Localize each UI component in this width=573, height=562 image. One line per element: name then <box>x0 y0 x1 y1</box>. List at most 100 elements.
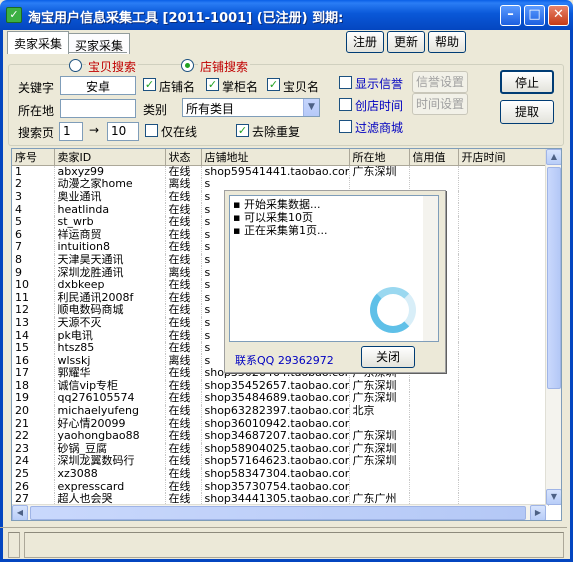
cell-location: 广东深圳 <box>349 455 410 468</box>
cell-open-time <box>458 241 549 254</box>
cell-index: 12 <box>12 304 55 317</box>
cell-open-time <box>458 392 549 405</box>
scroll-left-icon[interactable]: ◀ <box>12 505 28 520</box>
cell-location <box>349 417 410 430</box>
credit-settings-button[interactable]: 信誉设置 <box>412 71 468 93</box>
col-header-open-time[interactable]: 开店时间 <box>458 149 549 166</box>
cell-status: 在线 <box>165 467 202 481</box>
col-header-credit[interactable]: 信用值 <box>409 149 459 166</box>
close-window-button[interactable]: ✕ <box>548 5 569 26</box>
register-button[interactable]: 注册 <box>346 31 384 53</box>
create-time-label: 创店时间 <box>355 99 404 113</box>
table-vertical-scrollbar[interactable]: ▲ ▼ <box>545 149 561 505</box>
cell-index: 3 <box>12 190 55 204</box>
cell-status: 离线 <box>165 178 202 191</box>
update-button[interactable]: 更新 <box>387 31 425 53</box>
radio-shop-search[interactable] <box>181 59 194 72</box>
col-header-index[interactable]: 序号 <box>12 149 55 166</box>
page-from-input[interactable]: 1 <box>59 122 83 141</box>
popup-close-button[interactable]: 关闭 <box>361 346 415 368</box>
cell-index: 15 <box>12 341 55 355</box>
table-row[interactable]: 18 诚信vip专柜 在线 shop35452657.taobao.com 广东深圳 <box>12 379 549 393</box>
cell-location: 广东深圳 <box>349 442 410 456</box>
minimize-button[interactable]: – <box>500 5 521 26</box>
help-button[interactable]: 帮助 <box>428 31 466 53</box>
radio-item-search[interactable] <box>69 59 82 72</box>
cell-status: 在线 <box>165 278 202 292</box>
page-to-input[interactable]: 10 <box>107 122 139 141</box>
cell-index: 19 <box>12 392 55 405</box>
owner-name-checkbox[interactable]: ✓ <box>206 78 219 91</box>
show-credit-checkbox[interactable] <box>339 76 352 89</box>
location-label: 所在地 <box>18 104 55 118</box>
category-select[interactable]: 所有类目 ▼ <box>182 98 320 117</box>
cell-open-time <box>458 215 549 229</box>
cell-open-time <box>458 367 549 380</box>
cell-status: 在线 <box>165 203 202 216</box>
cell-open-time <box>458 417 549 430</box>
scroll-right-icon[interactable]: ▶ <box>530 505 546 520</box>
cell-open-time <box>458 341 549 355</box>
keyword-input[interactable]: 安卓 <box>60 76 136 95</box>
dedupe-checkbox[interactable]: ✓ <box>236 124 249 137</box>
col-header-status[interactable]: 状态 <box>165 149 202 166</box>
online-only-label: 仅在线 <box>161 125 198 139</box>
stop-button[interactable]: 停止 <box>500 70 554 94</box>
cell-seller-id: 顺电数码商城 <box>54 304 166 317</box>
online-only-checkbox[interactable] <box>145 124 158 137</box>
scroll-down-icon[interactable]: ▼ <box>546 489 561 505</box>
table-row[interactable]: 20 michaelyufeng 在线 shop63282397.taobao.com… <box>12 404 549 418</box>
pages-label: 搜索页 <box>18 126 55 140</box>
location-input[interactable] <box>60 99 136 118</box>
table-row[interactable]: 26 expresscard 在线 shop35730754.taobao.com <box>12 480 549 493</box>
maximize-button[interactable]: □ <box>524 5 545 26</box>
cell-shop-url: shop34687207.taobao.com <box>201 429 350 443</box>
cell-status: 在线 <box>165 417 202 430</box>
shop-name-checkbox[interactable]: ✓ <box>143 78 156 91</box>
log-scrollbar[interactable] <box>423 196 438 341</box>
cell-index: 4 <box>12 203 55 216</box>
cell-shop-url: shop35484689.taobao.com <box>201 392 350 405</box>
col-header-location[interactable]: 所在地 <box>349 149 410 166</box>
chevron-down-icon[interactable]: ▼ <box>303 99 319 116</box>
cell-seller-id: htsz85 <box>54 341 166 355</box>
keyword-label: 关键字 <box>18 81 55 95</box>
table-row[interactable]: 24 深圳龙翼数码行 在线 shop57164623.taobao.com 广东深圳 <box>12 455 549 468</box>
cell-status: 在线 <box>165 215 202 229</box>
filter-mall-checkbox[interactable] <box>339 120 352 133</box>
table-row[interactable]: 19 qq276105574 在线 shop35484689.taobao.com 广东… <box>12 392 549 405</box>
horizontal-scroll-thumb[interactable] <box>30 506 526 520</box>
contact-qq: 联系QQ 29362972 <box>235 354 334 367</box>
col-header-shop-url[interactable]: 店铺地址 <box>201 149 350 166</box>
cell-open-time <box>458 291 549 305</box>
create-time-checkbox[interactable] <box>339 98 352 111</box>
cell-shop-url: shop35730754.taobao.com <box>201 480 350 493</box>
cell-seller-id: 天津昊天通讯 <box>54 253 166 267</box>
tab-buyer-collect[interactable]: 买家采集 <box>68 33 131 54</box>
col-header-seller-id[interactable]: 卖家ID <box>54 149 166 166</box>
item-name-checkbox[interactable]: ✓ <box>267 78 280 91</box>
vertical-scroll-thumb[interactable] <box>547 167 561 389</box>
cell-seller-id: 郭耀华 <box>54 367 166 380</box>
cell-open-time <box>458 304 549 317</box>
cell-seller-id: 奥业通讯 <box>54 190 166 204</box>
cell-index: 2 <box>12 178 55 191</box>
table-row[interactable]: 23 砂锅_豆腐 在线 shop58904025.taobao.com 广东深圳 <box>12 442 549 456</box>
cell-status: 在线 <box>165 429 202 443</box>
cell-status: 在线 <box>165 392 202 405</box>
tab-seller-collect[interactable]: 卖家采集 <box>7 31 70 54</box>
table-row[interactable]: 22 yaohongbao88 在线 shop34687207.taobao.com 广… <box>12 429 549 443</box>
cell-location <box>349 467 410 481</box>
time-settings-button[interactable]: 时间设置 <box>412 93 468 115</box>
table-row[interactable]: 2 动漫之家home 离线 s <box>12 178 549 191</box>
extract-button[interactable]: 提取 <box>500 100 554 124</box>
table-row[interactable]: 25 xz3088 在线 shop58347304.taobao.com <box>12 467 549 481</box>
table-row[interactable]: 21 好心情20099 在线 shop36010942.taobao.com <box>12 417 549 430</box>
cell-seller-id: 深圳龙翼数码行 <box>54 455 166 468</box>
table-row[interactable]: 1 abxyz99 在线 shop59541441.taobao.com 广东深圳 <box>12 165 549 179</box>
cell-credit <box>409 178 459 191</box>
scroll-up-icon[interactable]: ▲ <box>546 149 561 165</box>
cell-status: 在线 <box>165 253 202 267</box>
table-horizontal-scrollbar[interactable]: ◀ ▶ <box>12 504 546 520</box>
cell-seller-id: xz3088 <box>54 467 166 481</box>
